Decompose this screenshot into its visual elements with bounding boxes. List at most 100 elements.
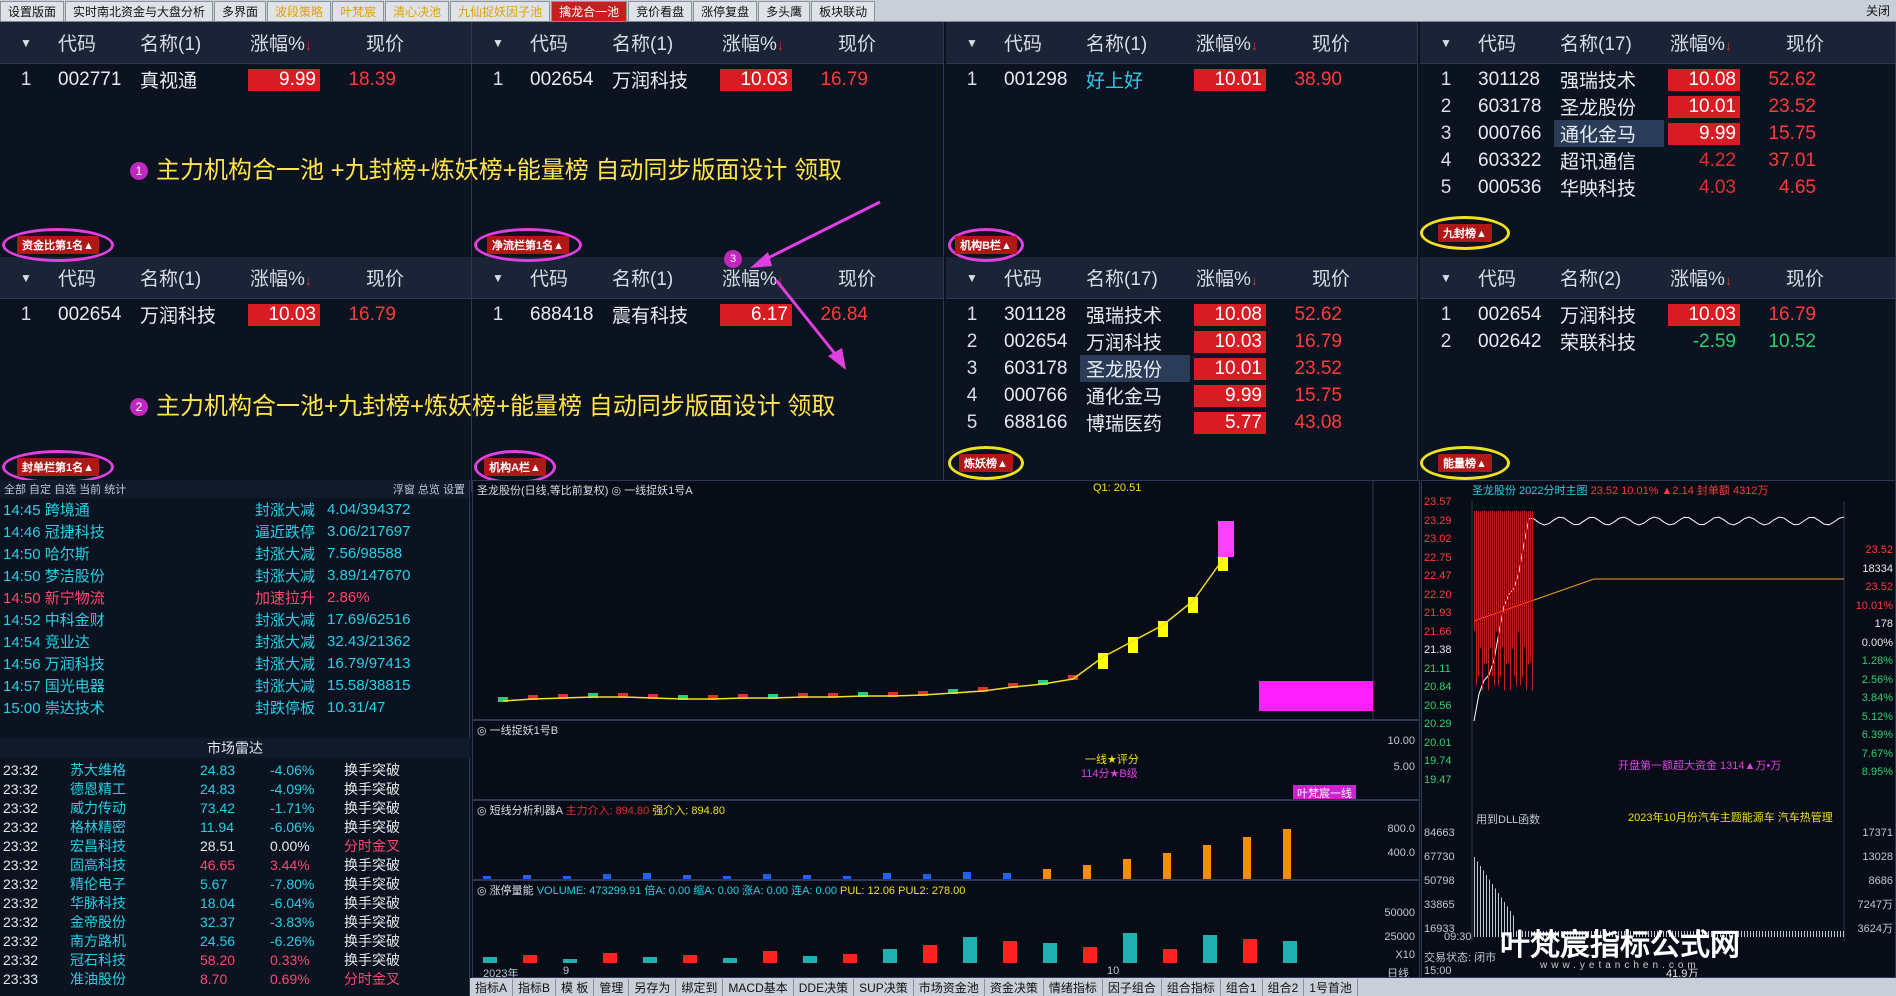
column-code[interactable]: 代码: [998, 264, 1080, 291]
column-code[interactable]: 代码: [52, 264, 134, 291]
bottom-tab-15[interactable]: 组合2: [1263, 978, 1305, 996]
tab-5[interactable]: 清心决池: [385, 1, 450, 21]
column-code[interactable]: 代码: [524, 29, 606, 56]
bottom-tab-1[interactable]: 指标B: [513, 978, 557, 996]
column-pct[interactable]: 涨幅%↓: [1190, 29, 1270, 56]
label-l3[interactable]: 机构B栏▲: [948, 228, 1024, 262]
table-row[interactable]: 1 002654 万润科技 10.03 16.79: [1420, 301, 1895, 328]
column-code[interactable]: 代码: [998, 29, 1080, 56]
column-pct[interactable]: 涨幅%↓: [1190, 264, 1270, 291]
column-pct[interactable]: 涨幅%↓: [1664, 264, 1744, 291]
label-l6[interactable]: 机构A栏▲: [474, 450, 556, 484]
table-row[interactable]: 2 002654 万润科技 10.03 16.79: [946, 328, 1417, 355]
sort-arrow-icon[interactable]: ▼: [946, 271, 998, 285]
radar-row[interactable]: 23:32 华脉科技 18.04 -6.04% 换手突破: [0, 893, 470, 912]
feed-row[interactable]: 14:50 梦洁股份 封涨大减 3.89/147670: [0, 564, 469, 586]
bottom-tab-7[interactable]: DDE决策: [794, 978, 855, 996]
sort-arrow-icon[interactable]: ▼: [472, 36, 524, 50]
feed-row[interactable]: 14:54 竞业达 封涨大减 32.43/21362: [0, 630, 469, 652]
radar-row[interactable]: 23:32 金帝股份 32.37 -3.83% 换手突破: [0, 912, 470, 931]
bottom-tab-6[interactable]: MACD基本: [723, 978, 794, 996]
tab-3[interactable]: 波段策略: [267, 1, 332, 21]
label-l2[interactable]: 净流栏第1名▲: [474, 228, 582, 262]
radar-row[interactable]: 23:32 格林精密 11.94 -6.06% 换手突破: [0, 817, 470, 836]
alert-toolbar[interactable]: 全部 自定 自选 当前 统计 浮窗 总览 设置: [0, 480, 469, 498]
table-row[interactable]: 1 002654 万润科技 10.03 16.79: [0, 301, 471, 328]
close-button[interactable]: 关闭: [1866, 1, 1890, 21]
bottom-tab-3[interactable]: 管理: [594, 978, 630, 996]
radar-row[interactable]: 23:32 固高科技 46.65 3.44% 换手突破: [0, 855, 470, 874]
table-row[interactable]: 3 603178 圣龙股份 10.01 23.52: [946, 355, 1417, 382]
tab-10[interactable]: 多头鹰: [758, 1, 811, 21]
bottom-tab-14[interactable]: 组合1: [1221, 978, 1263, 996]
table-row[interactable]: 5 000536 华映科技 4.03 4.65: [1420, 174, 1895, 201]
feed-row[interactable]: 14:57 国光电器 封涨大减 15.58/38815: [0, 674, 469, 696]
feed-row[interactable]: 14:50 新宁物流 加速拉升 2.86%: [0, 586, 469, 608]
radar-row[interactable]: 23:32 苏大维格 24.83 -4.06% 换手突破: [0, 760, 470, 779]
radar-row[interactable]: 23:32 德恩精工 24.83 -4.09% 换手突破: [0, 779, 470, 798]
column-price[interactable]: 现价: [1744, 264, 1824, 291]
tab-4[interactable]: 叶梵宸: [332, 1, 385, 21]
column-code[interactable]: 代码: [1472, 29, 1554, 56]
table-row[interactable]: 1 002654 万润科技 10.03 16.79: [472, 66, 943, 93]
feed-row[interactable]: 15:00 崇达技术 封跌停板 10.31/47: [0, 696, 469, 718]
sub1-chart[interactable]: ◎ 一线捉妖1号B 一线★评分 114分★B级 叶梵宸一线 10.00 5.00: [472, 720, 1420, 800]
feed-row[interactable]: 14:50 哈尔斯 封涨大减 7.56/98588: [0, 542, 469, 564]
bottom-tab-11[interactable]: 情绪指标: [1044, 978, 1103, 996]
radar-row[interactable]: 23:33 准油股份 8.70 0.69% 分时金叉: [0, 969, 470, 988]
tab-0[interactable]: 设置版面: [0, 1, 65, 21]
table-row[interactable]: 1 002771 真视通 9.99 18.39: [0, 66, 471, 93]
column-name[interactable]: 名称(1): [1080, 29, 1190, 56]
bottom-tab-0[interactable]: 指标A: [470, 978, 514, 996]
sort-arrow-icon[interactable]: ▼: [0, 36, 52, 50]
table-row[interactable]: 2 002642 荣联科技 -2.59 10.52: [1420, 328, 1895, 355]
bottom-tab-2[interactable]: 模 板: [556, 978, 595, 996]
column-code[interactable]: 代码: [52, 29, 134, 56]
column-pct[interactable]: 涨幅%↓: [716, 29, 796, 56]
column-name[interactable]: 名称(1): [606, 264, 716, 291]
feed-row[interactable]: 14:45 跨境通 封涨大减 4.04/394372: [0, 498, 469, 520]
bottom-tab-16[interactable]: 1号首池: [1304, 978, 1358, 996]
bottom-tab-5[interactable]: 绑定到: [676, 978, 724, 996]
column-name[interactable]: 名称(1): [134, 264, 244, 291]
label-l1[interactable]: 资金比第1名▲: [2, 228, 114, 262]
sort-arrow-icon[interactable]: ▼: [1420, 36, 1472, 50]
label-l7[interactable]: 炼妖榜▲: [948, 446, 1024, 480]
label-l8[interactable]: 能量榜▲: [1420, 446, 1510, 480]
column-code[interactable]: 代码: [1472, 264, 1554, 291]
table-row[interactable]: 2 603178 圣龙股份 10.01 23.52: [1420, 93, 1895, 120]
table-row[interactable]: 1 001298 好上好 10.01 38.90: [946, 66, 1417, 93]
label-l4[interactable]: 九封榜▲: [1420, 216, 1510, 250]
column-price[interactable]: 现价: [324, 29, 404, 56]
table-row[interactable]: 4 000766 通化金马 9.99 15.75: [946, 382, 1417, 409]
column-code[interactable]: 代码: [524, 264, 606, 291]
bottom-tab-4[interactable]: 另存为: [629, 978, 677, 996]
tab-8[interactable]: 竞价看盘: [628, 1, 693, 21]
sort-arrow-icon[interactable]: ▼: [0, 271, 52, 285]
feed-row[interactable]: 14:56 万润科技 封涨大减 16.79/97413: [0, 652, 469, 674]
table-row[interactable]: 5 688166 博瑞医药 5.77 43.08: [946, 409, 1417, 436]
tab-7[interactable]: 擒龙合一池: [551, 1, 628, 21]
feed-row[interactable]: 14:52 中科金财 封涨大减 17.69/62516: [0, 608, 469, 630]
sort-arrow-icon[interactable]: ▼: [472, 271, 524, 285]
column-price[interactable]: 现价: [796, 29, 876, 56]
feed-row[interactable]: 14:46 冠捷科技 逼近跌停 3.06/217697: [0, 520, 469, 542]
radar-row[interactable]: 23:32 精伦电子 5.67 -7.80% 换手突破: [0, 874, 470, 893]
bottom-tab-13[interactable]: 组合指标: [1162, 978, 1221, 996]
tab-1[interactable]: 实时南北资金与大盘分析: [65, 1, 214, 21]
sub3-chart[interactable]: ◎ 涨停量能 VOLUME: 473299.91 倍A: 0.00 缩A: 0.…: [472, 880, 1420, 978]
column-price[interactable]: 现价: [1744, 29, 1824, 56]
table-row[interactable]: 1 301128 强瑞技术 10.08 52.62: [946, 301, 1417, 328]
timeshare-chart[interactable]: 圣龙股份 2022分时主图 23.52 10.01% ▲2.14 封单额 431…: [1421, 480, 1896, 978]
column-price[interactable]: 现价: [1270, 264, 1350, 291]
table-row[interactable]: 4 603322 超讯通信 4.22 37.01: [1420, 147, 1895, 174]
column-name[interactable]: 名称(2): [1554, 264, 1664, 291]
column-pct[interactable]: 涨幅%↓: [1664, 29, 1744, 56]
kline-chart[interactable]: 圣龙股份(日线,等比前复权) ◎ 一线捉妖1号A Q1: 20.51: [472, 480, 1420, 720]
column-name[interactable]: 名称(1): [134, 29, 244, 56]
tab-9[interactable]: 涨停复盘: [693, 1, 758, 21]
sort-arrow-icon[interactable]: ▼: [1420, 271, 1472, 285]
column-price[interactable]: 现价: [1270, 29, 1350, 56]
sub2-chart[interactable]: ◎ 短线分析利器A 主力介入: 894.80 强介入: 894.80 800.0…: [472, 800, 1420, 880]
column-pct[interactable]: 涨幅%↓: [244, 264, 324, 291]
